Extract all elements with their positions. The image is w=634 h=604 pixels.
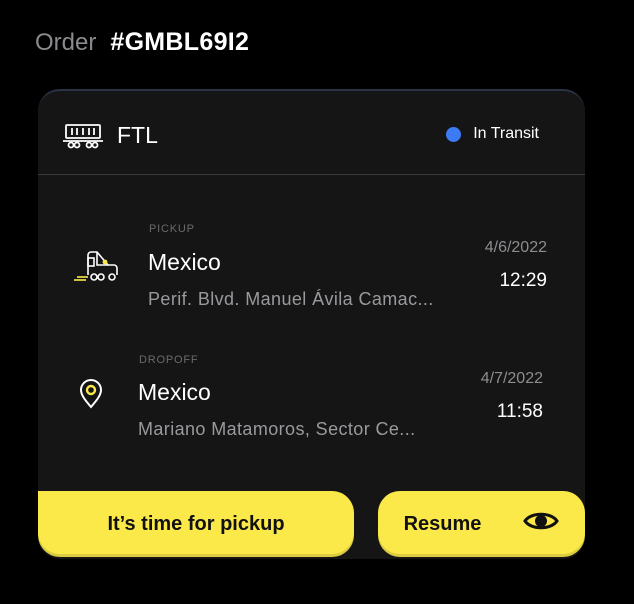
stop-kind-label: PICKUP bbox=[149, 223, 195, 235]
truck-icon bbox=[74, 245, 122, 290]
pickup-stop[interactable]: PICKUP Mexico Perif. Blvd. Manuel Ávila … bbox=[38, 219, 585, 319]
status-text: In Transit bbox=[473, 125, 539, 142]
pickup-button[interactable]: It’s time for pickup bbox=[38, 491, 354, 557]
stop-time: 12:29 bbox=[499, 270, 547, 291]
order-header: Order #GMBL69I2 bbox=[35, 28, 249, 57]
card-header: FTL In Transit bbox=[38, 91, 585, 175]
stop-city: Mexico bbox=[148, 249, 221, 275]
dropoff-stop[interactable]: DROPOFF Mexico Mariano Matamoros, Sector… bbox=[38, 349, 585, 449]
shipment-card[interactable]: FTL In Transit PICKUP Mexico Perif. Blvd… bbox=[38, 89, 585, 559]
order-label: Order bbox=[35, 29, 97, 56]
stop-time: 11:58 bbox=[496, 401, 543, 422]
status-indicator: In Transit bbox=[446, 125, 539, 143]
stop-kind-label: DROPOFF bbox=[139, 354, 199, 366]
order-id: #GMBL69I2 bbox=[110, 28, 250, 56]
stop-address: Mariano Matamoros, Sector Ce... bbox=[138, 419, 416, 439]
stop-city: Mexico bbox=[138, 379, 211, 405]
location-pin-icon bbox=[79, 379, 103, 414]
status-dot bbox=[446, 126, 462, 142]
pickup-button-label: It’s time for pickup bbox=[107, 512, 285, 535]
resume-button-label: Resume bbox=[403, 512, 482, 535]
stop-date: 4/7/2022 bbox=[480, 370, 543, 387]
resume-button[interactable]: Resume bbox=[378, 491, 585, 557]
stop-address: Perif. Blvd. Manuel Ávila Camac... bbox=[148, 289, 434, 309]
shipment-type: FTL bbox=[117, 122, 158, 148]
stop-date: 4/6/2022 bbox=[484, 239, 547, 256]
order-screen: Order #GMBL69I2 FTL In Transit PICKUP Me… bbox=[0, 0, 634, 604]
eye-icon bbox=[523, 509, 560, 539]
